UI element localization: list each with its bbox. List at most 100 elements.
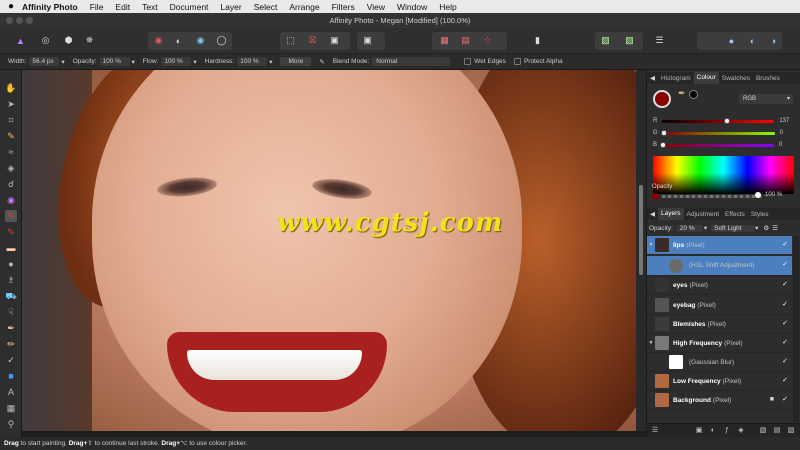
chevron-down-icon[interactable]: ▾	[704, 224, 707, 232]
flow-field[interactable]: 100 %	[161, 57, 192, 66]
dodge-tool-icon[interactable]: ●	[5, 258, 17, 270]
menu-edit[interactable]: Edit	[115, 2, 130, 12]
slider-knob[interactable]	[755, 192, 761, 198]
menu-window[interactable]: Window	[397, 2, 427, 12]
zoom-window-button[interactable]	[26, 17, 33, 24]
lock-icon[interactable]: ■	[770, 396, 774, 403]
chevron-down-icon[interactable]: ▾	[755, 224, 758, 232]
colour-wheel-icon[interactable]: ◉	[193, 33, 208, 48]
zoom-tool-icon[interactable]: ⚲	[5, 418, 17, 430]
disclosure-icon[interactable]: ▼	[647, 340, 655, 346]
layer-visibility-checkbox[interactable]: ✓	[781, 261, 789, 269]
levels-icon[interactable]: ◉	[151, 33, 166, 48]
clone-tool-icon[interactable]: ♗	[5, 274, 17, 286]
view-mode-icon[interactable]: ▤	[458, 33, 473, 48]
liquify-persona-icon[interactable]: ◎	[38, 33, 53, 48]
move-tool-icon[interactable]: ➤	[5, 98, 17, 110]
layer-visibility-checkbox[interactable]: ✓	[781, 281, 789, 289]
layer-row-lips[interactable]: ▼ lips (Pixel) ✓	[647, 236, 792, 255]
invert-selection-icon[interactable]: ▣	[327, 33, 342, 48]
text-tool-icon[interactable]: A	[5, 386, 17, 398]
colour-spectrum[interactable]	[653, 156, 794, 194]
brush-mode-icon[interactable]: ☆	[480, 33, 495, 48]
node-tool-icon[interactable]: ✓	[5, 354, 17, 366]
pen-tool-icon[interactable]: ✒	[5, 322, 17, 334]
pencil-tool-icon[interactable]: ✏	[5, 338, 17, 350]
layer-row-background[interactable]: Background (Pixel) ■ ✓	[647, 391, 792, 410]
chevron-down-icon[interactable]: ▾	[61, 58, 64, 66]
green-slider[interactable]: G 0	[653, 129, 799, 137]
menu-file[interactable]: File	[90, 2, 104, 12]
blemish-tool-icon[interactable]: ⛟	[5, 290, 17, 302]
layer-visibility-checkbox[interactable]: ✓	[781, 358, 789, 366]
selection-brush-icon[interactable]: ✎	[5, 130, 17, 142]
adjustment-icon[interactable]: ◐	[709, 427, 717, 435]
fx-icon[interactable]: ƒ	[723, 427, 731, 435]
export-persona-icon[interactable]: ✵	[82, 33, 97, 48]
tab-layers[interactable]: Layers	[658, 208, 684, 220]
add-icon[interactable]: ●	[724, 33, 739, 48]
colour-opacity-value[interactable]: 100 %	[765, 192, 782, 198]
menu-app-name[interactable]: Affinity Photo	[22, 2, 78, 12]
photo-persona-icon[interactable]: ▲	[13, 33, 28, 48]
erase-tool-icon[interactable]: ▬	[5, 242, 17, 254]
quick-mask-icon[interactable]: ▣	[360, 33, 375, 48]
gradient-tool-icon[interactable]: ◉	[5, 194, 17, 206]
layer-row-low-frequency[interactable]: Low Frequency (Pixel) ✓	[647, 372, 792, 391]
tab-styles[interactable]: Styles	[748, 211, 772, 218]
layer-visibility-checkbox[interactable]: ✓	[781, 301, 789, 309]
subtract-icon[interactable]: ◐	[745, 33, 760, 48]
flood-select-icon[interactable]: ◈	[5, 162, 17, 174]
develop-persona-icon[interactable]: ⬢	[61, 33, 76, 48]
apple-icon[interactable]: ●	[0, 1, 22, 12]
menu-icon[interactable]: ☰	[772, 224, 778, 232]
disclosure-icon[interactable]: ▼	[647, 242, 655, 248]
gear-icon[interactable]: ⚙	[763, 224, 769, 232]
opacity-field[interactable]: 100 %	[99, 57, 130, 66]
grid-icon[interactable]: ▦	[437, 33, 452, 48]
layer-blend-select[interactable]: Soft Light	[711, 224, 756, 232]
slider-knob[interactable]	[660, 141, 667, 148]
scrollbar-thumb[interactable]	[639, 185, 643, 275]
menu-text[interactable]: Text	[142, 2, 158, 12]
menu-arrange[interactable]: Arrange	[289, 2, 319, 12]
crop-tool-icon[interactable]: ⌗	[5, 114, 17, 126]
paint-brush-tool-icon[interactable]: ✎	[5, 210, 17, 222]
red-slider[interactable]: R 137	[653, 117, 799, 125]
intersect-icon[interactable]: ◑	[766, 33, 781, 48]
layer-row-eyebag[interactable]: eyebag (Pixel) ✓	[647, 296, 792, 315]
slider-knob[interactable]	[660, 129, 667, 136]
tab-effects[interactable]: Effects	[722, 211, 748, 218]
chevron-down-icon[interactable]: ▾	[132, 58, 135, 66]
secondary-colour-well[interactable]	[689, 90, 698, 99]
tab-adjustment[interactable]: Adjustment	[684, 211, 723, 218]
tab-brushes[interactable]: Brushes	[753, 75, 783, 82]
arrange-back-icon[interactable]: ▧	[598, 33, 613, 48]
tab-colour[interactable]: Colour	[693, 72, 719, 84]
arrange-front-icon[interactable]: ▧	[622, 33, 637, 48]
tab-histogram[interactable]: Histogram	[658, 75, 694, 82]
wet-edges-checkbox[interactable]	[464, 58, 472, 65]
menu-layer[interactable]: Layer	[220, 2, 241, 12]
menu-document[interactable]: Document	[170, 2, 209, 12]
alignment-icon[interactable]: ☰	[652, 33, 667, 48]
layer-visibility-checkbox[interactable]: ✓	[781, 241, 789, 249]
layers-stack-icon[interactable]: ☰	[651, 427, 659, 435]
rectangle-tool-icon[interactable]: ■	[5, 370, 17, 382]
primary-colour-well[interactable]	[653, 90, 671, 108]
layer-row-blemishes[interactable]: Blemishes (Pixel) ✓	[647, 315, 792, 334]
menu-help[interactable]: Help	[439, 2, 456, 12]
layer-visibility-checkbox[interactable]: ✓	[781, 320, 789, 328]
menu-view[interactable]: View	[367, 2, 385, 12]
eyedropper-icon[interactable]: ✒	[678, 88, 686, 99]
menu-select[interactable]: Select	[254, 2, 278, 12]
brush-settings-icon[interactable]: ✎	[319, 58, 324, 66]
deselect-icon[interactable]: ⛝	[305, 33, 320, 48]
layer-row-hsl-shift[interactable]: (HSL Shift Adjustment) ✓	[647, 256, 792, 276]
fill-tool-icon[interactable]: ☌	[5, 178, 17, 190]
close-window-button[interactable]	[6, 17, 13, 24]
menu-filters[interactable]: Filters	[332, 2, 355, 12]
document-canvas[interactable]: www.cgtsj.com	[22, 70, 636, 431]
layer-opacity-field[interactable]: 20 %	[676, 224, 703, 232]
chevron-down-icon[interactable]: ▾	[193, 58, 196, 66]
